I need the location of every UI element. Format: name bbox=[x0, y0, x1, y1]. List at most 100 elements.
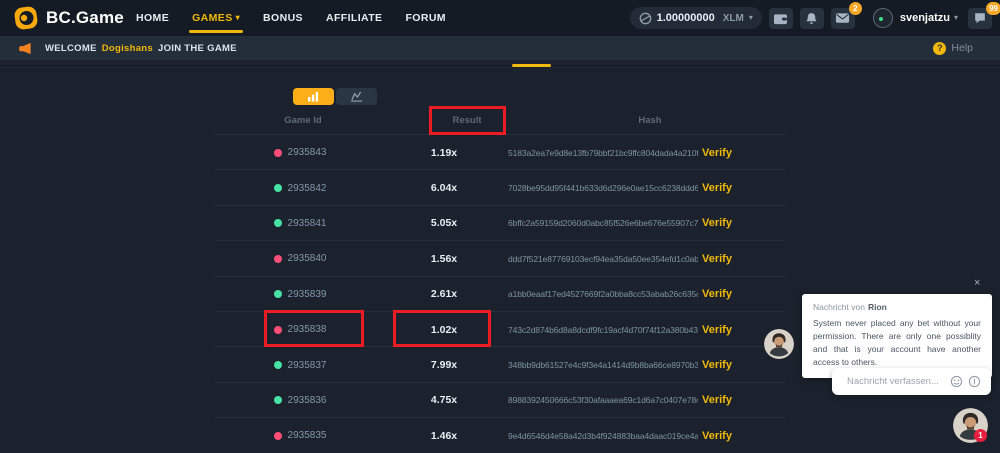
table-row-2935841[interactable]: 29358415.05x6bffc2a59159d2060d0abc85f526… bbox=[215, 206, 785, 241]
game-id: 2935838 bbox=[288, 324, 327, 335]
table-row-2935842[interactable]: 29358426.04x7028be95dd95f441b633d6d296e0… bbox=[215, 170, 785, 205]
game-id-cell: 2935841 bbox=[245, 206, 355, 241]
chat-message-title: Nachricht vonRion bbox=[813, 302, 981, 312]
wallet-button[interactable] bbox=[769, 8, 793, 29]
navbar-right: 1.00000000 XLM ▾ 2 bbox=[630, 0, 992, 36]
sender-avatar bbox=[764, 329, 794, 359]
welcome-player-name[interactable]: Dogishans bbox=[102, 43, 153, 54]
table-row-2935839[interactable]: 29358392.61xa1bb0eaaf17ed4527669f2a0bba8… bbox=[215, 277, 785, 312]
nav-item-label: HOME bbox=[136, 12, 169, 24]
game-id: 2935840 bbox=[288, 253, 327, 264]
nav-item-forum[interactable]: FORUM bbox=[405, 12, 446, 24]
caret-down-icon: ▾ bbox=[236, 14, 240, 22]
chat-bubble-icon bbox=[973, 11, 987, 25]
active-tab-indicator bbox=[512, 64, 551, 67]
chat-message-body: System never placed any bet without your… bbox=[813, 317, 981, 369]
lion-logo-icon bbox=[13, 5, 39, 31]
message-title-text: Nachricht von bbox=[813, 302, 865, 312]
help-icon: ? bbox=[933, 42, 946, 55]
verify-link[interactable]: Verify bbox=[702, 277, 762, 312]
wallet-icon bbox=[773, 12, 788, 25]
result-value: 7.99x bbox=[404, 347, 484, 382]
user-avatar[interactable] bbox=[873, 8, 893, 28]
main-nav: HOME GAMES▾ BONUS AFFILIATE FORUM bbox=[136, 0, 446, 36]
chat-input-bar bbox=[832, 368, 991, 395]
game-id: 2935841 bbox=[288, 218, 327, 229]
table-row-2935843[interactable]: 2935843 1.19x 5183a2ea7e9d8e13fb79bbf21bc9… bbox=[215, 135, 785, 170]
hash-value: 6bffc2a59159d2060d0abc85f526e6be676e5590… bbox=[508, 206, 698, 241]
account-menu[interactable]: svenjatzu ▾ bbox=[900, 12, 958, 24]
help-link[interactable]: ? Help bbox=[933, 36, 973, 60]
hash-value: ddd7f521e87769103ecf94ea35da50ee354efd1c… bbox=[508, 241, 698, 276]
notifications-button[interactable] bbox=[800, 8, 824, 29]
nav-item-home[interactable]: HOME bbox=[136, 12, 169, 24]
info-icon[interactable] bbox=[968, 375, 981, 388]
mail-badge: 2 bbox=[849, 2, 862, 15]
table-row-2935840[interactable]: 2935840 1.56x ddd7f521e87769103ecf94ea35da… bbox=[215, 241, 785, 276]
trend-chart-icon bbox=[350, 91, 363, 102]
nav-item-games[interactable]: GAMES▾ bbox=[192, 12, 240, 24]
envelope-icon bbox=[835, 12, 850, 24]
result-value: 1.02x bbox=[404, 312, 484, 347]
table-row-2935837[interactable]: 29358377.99x348bb9db61527e4c9f3e4a1414d9… bbox=[215, 347, 785, 382]
red-status-dot bbox=[274, 326, 282, 334]
brand-logo[interactable]: BC.Game bbox=[13, 5, 124, 31]
game-history-table: Game Id Result Hash 2935843 1.19x 5183a2ea… bbox=[215, 108, 785, 453]
chat-toggle-button[interactable]: 99 bbox=[968, 8, 992, 29]
game-id-cell: 2935838 bbox=[245, 312, 355, 347]
result-value: 2.61x bbox=[404, 277, 484, 312]
game-id-cell: 2935843 bbox=[245, 135, 355, 170]
game-id: 2935836 bbox=[288, 395, 327, 406]
verify-link[interactable]: Verify bbox=[702, 170, 762, 205]
table-row-2935835[interactable]: 29358351.46x9e4d6546d4e58a42d3b4f924883b… bbox=[215, 418, 785, 453]
game-id: 2935837 bbox=[288, 360, 327, 371]
table-row-2935836[interactable]: 29358364.75x8988392450666c53f30afaaaea69… bbox=[215, 383, 785, 418]
verify-link[interactable]: Verify bbox=[702, 383, 762, 418]
xlm-coin-icon bbox=[639, 12, 652, 25]
column-header-result: Result bbox=[427, 115, 507, 126]
caret-down-icon: ▾ bbox=[954, 14, 958, 22]
bar-chart-view-button[interactable] bbox=[293, 88, 334, 105]
table-row-2935838[interactable]: 29358381.02x743c2d874b6d8a8dcdf9fc19acf4… bbox=[215, 312, 785, 347]
game-id-cell: 2935835 bbox=[245, 418, 355, 453]
game-id: 2935842 bbox=[288, 183, 327, 194]
verify-link[interactable]: Verify bbox=[702, 241, 762, 276]
verify-link[interactable]: Verify bbox=[702, 347, 762, 382]
green-status-dot bbox=[274, 290, 282, 298]
nav-item-label: BONUS bbox=[263, 12, 303, 24]
mail-button[interactable]: 2 bbox=[831, 8, 855, 29]
close-icon[interactable]: × bbox=[974, 277, 980, 289]
column-header-game-id: Game Id bbox=[248, 115, 358, 126]
currency-label: XLM bbox=[723, 13, 744, 24]
nav-item-affiliate[interactable]: AFFILIATE bbox=[326, 12, 382, 24]
verify-link[interactable]: Verify bbox=[702, 206, 762, 241]
brand-name: BC.Game bbox=[46, 8, 124, 28]
top-navbar: BC.Game HOME GAMES▾ BONUS AFFILIATE FORUM 1.… bbox=[0, 0, 1000, 36]
welcome-suffix: JOIN THE GAME bbox=[158, 43, 237, 54]
history-view-toggle bbox=[293, 88, 377, 105]
hash-value: 8988392450666c53f30afaaaea69c1d6a7c0407e… bbox=[508, 383, 698, 418]
hash-value: 5183a2ea7e9d8e13fb79bbf21bc9ffc804dada4a… bbox=[508, 135, 698, 170]
green-status-dot bbox=[274, 361, 282, 369]
hash-value: 9e4d6546d4e58a42d3b4f924883baa4daac019ce… bbox=[508, 418, 698, 453]
verify-link[interactable]: Verify bbox=[702, 135, 762, 170]
balance-selector[interactable]: 1.00000000 XLM ▾ bbox=[630, 7, 762, 29]
table-header-row: Game Id Result Hash bbox=[215, 108, 785, 135]
game-id-cell: 2935836 bbox=[245, 383, 355, 418]
chat-message-input[interactable] bbox=[832, 376, 950, 387]
result-value: 1.19x bbox=[404, 135, 484, 170]
verify-link[interactable]: Verify bbox=[702, 312, 762, 347]
nav-item-bonus[interactable]: BONUS bbox=[263, 12, 303, 24]
result-value: 1.56x bbox=[404, 241, 484, 276]
game-id-cell: 2935837 bbox=[245, 347, 355, 382]
game-id: 2935843 bbox=[288, 147, 327, 158]
game-id: 2935839 bbox=[288, 289, 327, 300]
red-status-dot bbox=[274, 149, 282, 157]
trend-view-button[interactable] bbox=[336, 88, 377, 105]
verify-link[interactable]: Verify bbox=[702, 418, 762, 453]
welcome-prefix: WELCOME bbox=[45, 43, 97, 54]
red-status-dot bbox=[274, 255, 282, 263]
content-divider bbox=[0, 65, 1000, 66]
emoji-icon[interactable] bbox=[950, 375, 963, 388]
balance-amount: 1.00000000 bbox=[657, 12, 715, 24]
